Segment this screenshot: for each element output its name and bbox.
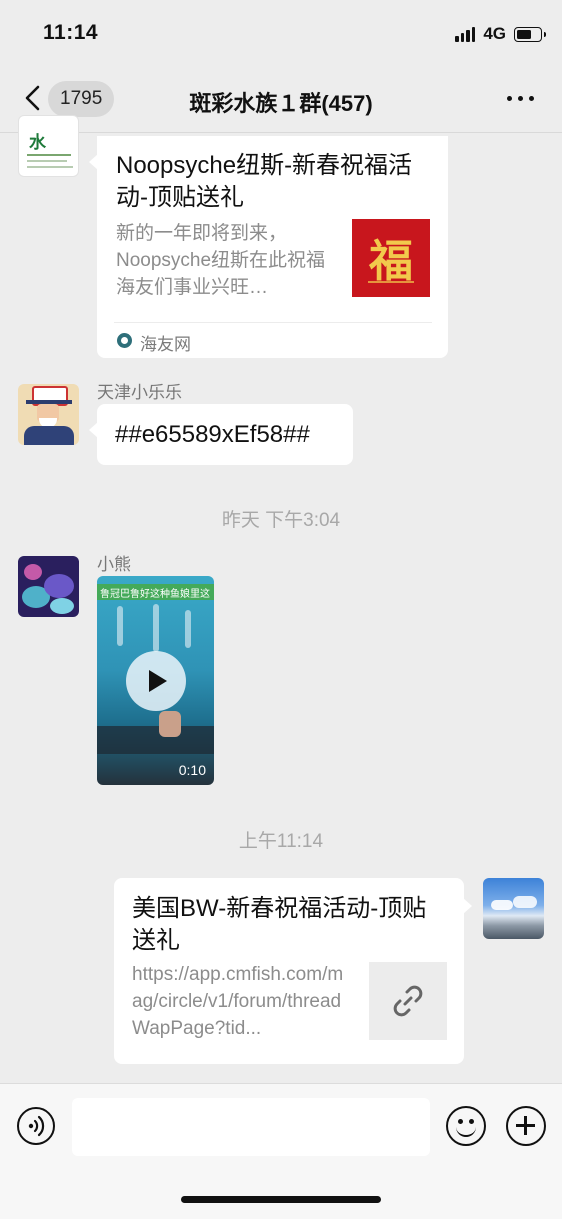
link-card-bubble[interactable]: Noopsyche纽斯-新春祝福活动-顶贴送礼 新的一年即将到来，Noopsyc…: [89, 136, 448, 358]
avatar[interactable]: [483, 878, 544, 939]
link-card-url: https://app.cmfish.com/mag/circle/v1/for…: [132, 964, 344, 1039]
timestamp: 昨天 下午3:04: [221, 510, 341, 531]
sender-name: 小熊: [97, 555, 131, 574]
video-message[interactable]: 鲁冠巴鲁好这种鱼娘里这 0:10: [97, 576, 214, 785]
link-card-bubble[interactable]: 美国BW-新春祝福活动-顶贴送礼 https://app.cmfish.com/…: [114, 878, 472, 1064]
sender-name: 天津小乐乐: [97, 383, 182, 402]
link-card-title: Noopsyche纽斯-新春祝福活动-顶贴送礼: [116, 152, 413, 211]
home-indicator: [181, 1196, 381, 1203]
avatar[interactable]: [18, 556, 79, 617]
chat-title[interactable]: 斑彩水族１群(457): [0, 86, 562, 118]
chat-header: 1795 斑彩水族１群(457): [0, 62, 562, 133]
link-icon: [393, 985, 423, 1017]
avatar-logo-text: 水: [29, 133, 46, 153]
message-input[interactable]: [72, 1098, 430, 1156]
voice-icon[interactable]: [17, 1107, 55, 1145]
link-card-description: 新的一年即将到来，Noopsyche纽斯在此祝福海友们事业兴旺…: [116, 223, 326, 298]
link-card-source: 海友网: [140, 335, 191, 354]
battery-icon: [514, 26, 546, 42]
link-card-title: 美国BW-新春祝福活动-顶贴送礼: [132, 895, 427, 954]
fu-character: 福: [369, 236, 413, 287]
message-text: ##e65589xEf58##: [115, 421, 310, 448]
play-icon[interactable]: [126, 651, 186, 711]
status-indicators: 4G: [455, 24, 546, 44]
timestamp: 上午11:14: [238, 831, 324, 852]
avatar[interactable]: [18, 384, 79, 445]
source-logo-icon: [117, 333, 132, 348]
link-thumbnail: [369, 962, 447, 1040]
avatar[interactable]: 水: [18, 115, 79, 177]
network-type: 4G: [483, 24, 506, 43]
status-time: 11:14: [43, 21, 99, 44]
emoji-icon[interactable]: [446, 1106, 486, 1146]
more-dots-icon[interactable]: [507, 96, 534, 101]
signal-icon: [455, 26, 476, 42]
text-message-bubble[interactable]: ##e65589xEf58##: [89, 404, 353, 465]
link-card-thumbnail: 福: [352, 219, 430, 297]
video-caption: 鲁冠巴鲁好这种鱼娘里这: [100, 589, 210, 600]
add-icon[interactable]: [506, 1106, 546, 1146]
video-duration: 0:10: [178, 762, 206, 778]
